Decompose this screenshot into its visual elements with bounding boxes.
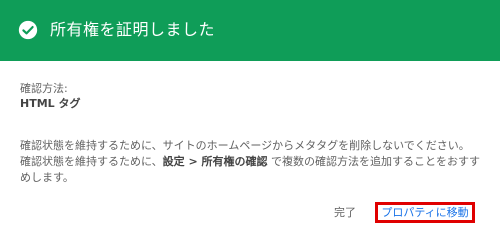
settings-path-text: 設定 > 所有権の確認	[162, 155, 268, 168]
verification-description: 確認状態を維持するために、サイトのホームページからメタタグを削除しないでください…	[20, 138, 482, 186]
ownership-verified-dialog: 所有権を証明しました 確認方法: HTML タグ 確認状態を維持するために、サイ…	[0, 0, 500, 243]
done-button[interactable]: 完了	[334, 206, 356, 220]
verification-method-label: 確認方法:	[20, 82, 68, 95]
dialog-title: 所有権を証明しました	[50, 20, 216, 39]
dialog-header: 所有権を証明しました	[0, 0, 500, 61]
check-circle-icon	[18, 20, 38, 40]
verification-method-value: HTML タグ	[20, 97, 81, 110]
go-to-property-button[interactable]: プロパティに移動	[375, 202, 475, 223]
